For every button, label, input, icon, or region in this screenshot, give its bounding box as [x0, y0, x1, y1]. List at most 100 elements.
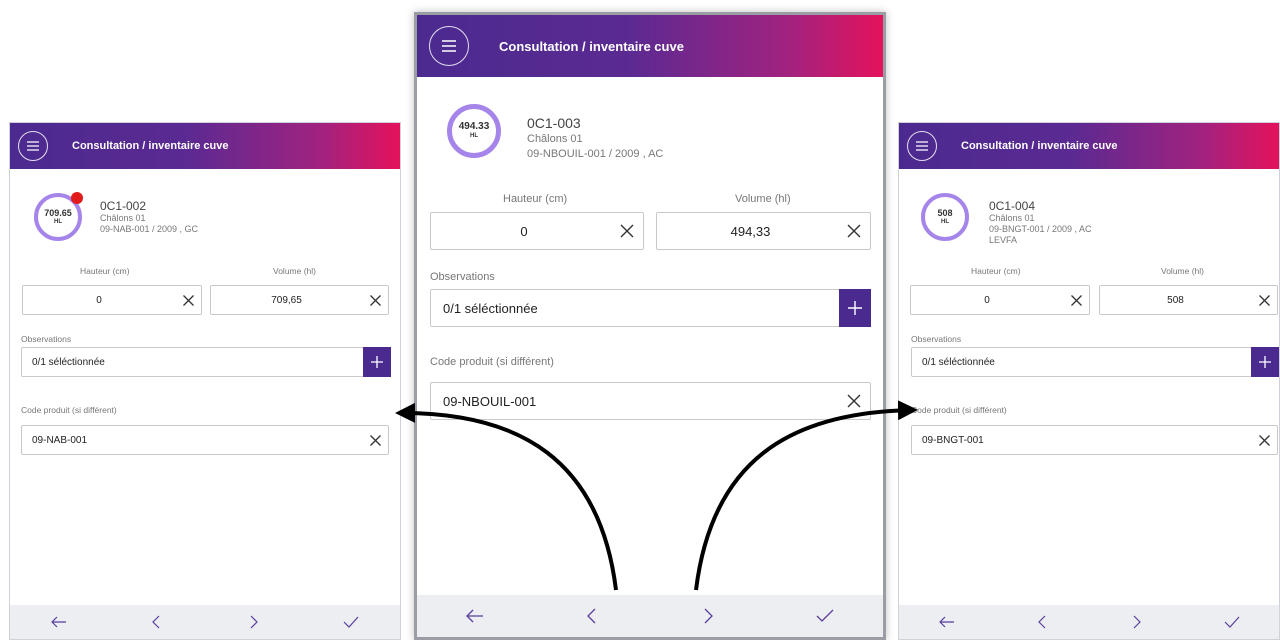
tank-info: 0C1-003 Châlons 01 09-NBOUIL-001 / 2009 … [527, 115, 663, 162]
chevron-left-icon [152, 615, 160, 629]
comparison-stage: Consultation / inventaire cuve 709.65 HL… [0, 0, 1280, 640]
product-code-value: 09-NBOUIL-001 [443, 394, 537, 409]
app-header: Consultation / inventaire cuve [417, 15, 883, 77]
alert-badge [71, 192, 83, 204]
add-observation-button[interactable] [839, 289, 871, 327]
height-value: 0 [520, 224, 528, 239]
close-icon[interactable] [182, 294, 195, 307]
check-icon [1224, 616, 1239, 628]
gauge-unit: HL [470, 133, 478, 139]
back-button[interactable] [460, 601, 490, 631]
close-icon[interactable] [619, 223, 635, 239]
height-label: Hauteur (cm) [80, 266, 130, 276]
product-code-label: Code produit (si différent) [430, 356, 554, 368]
chevron-left-icon [1037, 615, 1045, 629]
volume-value: 494,33 [730, 224, 771, 239]
volume-input[interactable]: 709,65 [210, 285, 389, 315]
height-value: 0 [984, 295, 990, 306]
bottom-nav [10, 605, 400, 639]
tank-batch: 09-BNGT-001 / 2009 , AC [989, 224, 1092, 234]
height-input[interactable]: 0 [910, 285, 1090, 315]
bottom-nav [417, 595, 883, 637]
tank-extra: LEVFA [989, 235, 1018, 245]
menu-button[interactable] [907, 131, 937, 161]
volume-input[interactable]: 508 [1099, 285, 1278, 315]
previous-button[interactable] [141, 607, 171, 637]
tank-site: Châlons 01 [989, 213, 1035, 223]
close-icon[interactable] [1070, 294, 1083, 307]
check-icon [343, 616, 359, 628]
volume-label: Volume (hl) [1161, 266, 1204, 276]
close-icon[interactable] [846, 393, 862, 409]
tank-site: Châlons 01 [527, 133, 583, 145]
height-label: Hauteur (cm) [503, 193, 568, 205]
observations-select[interactable]: 0/1 séléctionnée [21, 347, 364, 377]
next-button[interactable] [1122, 607, 1152, 637]
next-button[interactable] [239, 607, 269, 637]
chevron-right-icon [704, 608, 713, 624]
product-code-input[interactable]: 09-NAB-001 [21, 425, 389, 455]
back-button[interactable] [44, 607, 74, 637]
tank-batch: 09-NAB-001 / 2009 , GC [100, 224, 199, 234]
previous-button[interactable] [577, 601, 607, 631]
next-button[interactable] [693, 601, 723, 631]
product-code-input[interactable]: 09-NBOUIL-001 [430, 382, 871, 420]
check-icon [816, 609, 834, 622]
hamburger-icon [27, 141, 39, 151]
observations-select[interactable]: 0/1 séléctionnée [430, 289, 840, 327]
chevron-left-icon [587, 608, 596, 624]
close-icon[interactable] [1258, 434, 1271, 447]
volume-input[interactable]: 494,33 [656, 212, 871, 250]
app-header: Consultation / inventaire cuve [899, 123, 1279, 169]
height-label: Hauteur (cm) [971, 266, 1021, 276]
volume-value: 709,65 [271, 295, 302, 306]
volume-gauge: 494.33 HL [447, 104, 501, 158]
volume-value: 508 [1167, 295, 1184, 306]
observations-value: 0/1 séléctionnée [922, 357, 995, 368]
chevron-right-icon [250, 615, 258, 629]
screen-left: Consultation / inventaire cuve 709.65 HL… [9, 122, 401, 640]
volume-label: Volume (hl) [273, 266, 316, 276]
product-code-label: Code produit (si différent) [911, 405, 1007, 415]
arrow-left-icon [50, 616, 66, 628]
menu-button[interactable] [18, 131, 48, 161]
page-title: Consultation / inventaire cuve [72, 140, 229, 152]
screen-right: Consultation / inventaire cuve 508 HL 0C… [898, 122, 1280, 640]
gauge-value: 494.33 [458, 121, 490, 132]
height-input[interactable]: 0 [22, 285, 202, 315]
tank-info: 0C1-002 Châlons 01 09-NAB-001 / 2009 , G… [100, 199, 198, 235]
page-title: Consultation / inventaire cuve [961, 140, 1118, 152]
close-icon[interactable] [369, 434, 382, 447]
arrow-left-icon [938, 616, 954, 628]
product-code-value: 09-NAB-001 [32, 435, 88, 446]
tank-id: 0C1-004 [989, 199, 1036, 213]
previous-button[interactable] [1027, 607, 1057, 637]
validate-button[interactable] [810, 601, 840, 631]
close-icon[interactable] [1258, 294, 1271, 307]
screen-center: Consultation / inventaire cuve 494.33 HL… [414, 12, 886, 640]
close-icon[interactable] [846, 223, 862, 239]
tank-site: Châlons 01 [100, 213, 146, 223]
plus-icon [848, 301, 862, 315]
product-code-label: Code produit (si différent) [21, 405, 117, 415]
volume-label: Volume (hl) [735, 193, 791, 205]
observations-label: Observations [430, 271, 495, 283]
hamburger-icon [442, 40, 456, 52]
gauge-unit: HL [54, 219, 62, 225]
height-input[interactable]: 0 [430, 212, 644, 250]
observations-select[interactable]: 0/1 séléctionnée [911, 347, 1252, 377]
validate-button[interactable] [1217, 607, 1247, 637]
product-code-input[interactable]: 09-BNGT-001 [911, 425, 1278, 455]
add-observation-button[interactable] [1251, 347, 1279, 377]
chevron-right-icon [1133, 615, 1141, 629]
close-icon[interactable] [369, 294, 382, 307]
back-button[interactable] [932, 607, 962, 637]
arrow-left-icon [466, 609, 484, 623]
hamburger-icon [916, 141, 928, 151]
bottom-nav [899, 605, 1279, 639]
validate-button[interactable] [336, 607, 366, 637]
add-observation-button[interactable] [363, 347, 391, 377]
menu-button[interactable] [429, 26, 469, 66]
gauge-unit: HL [941, 219, 949, 225]
gauge-value: 508 [937, 208, 953, 218]
